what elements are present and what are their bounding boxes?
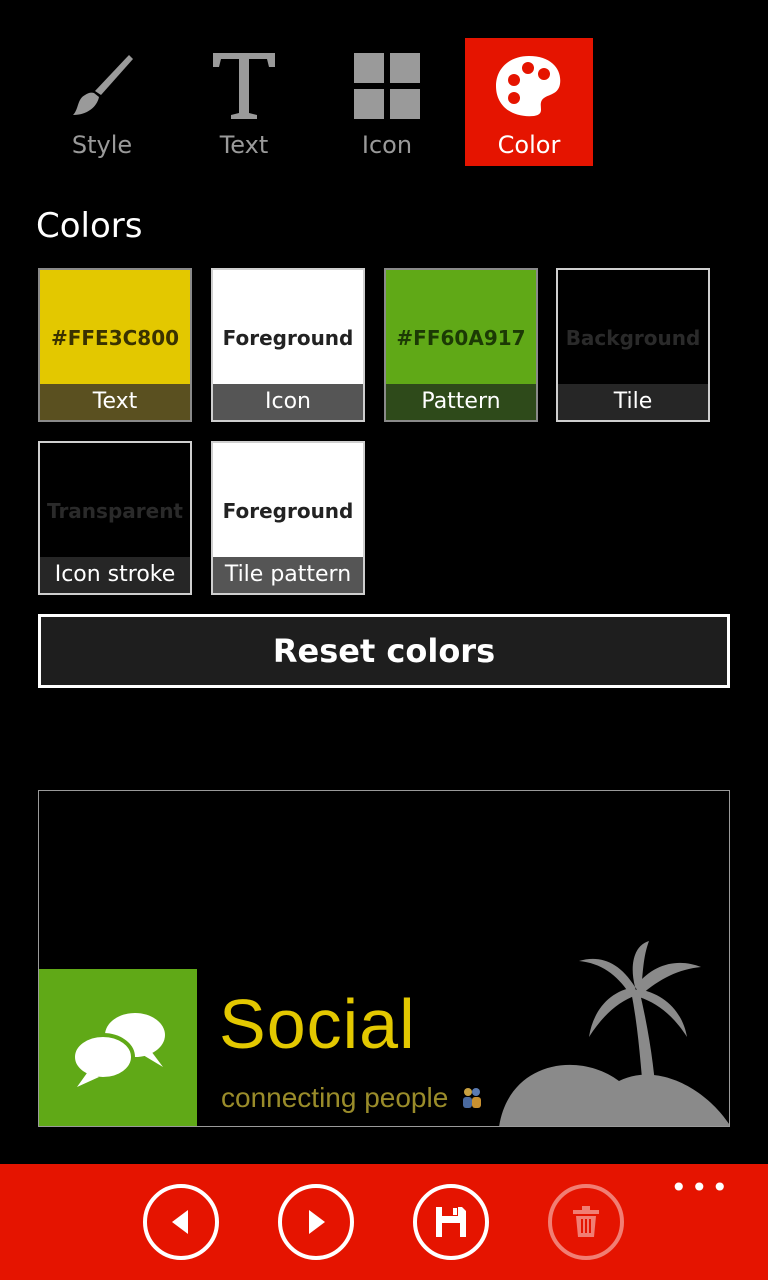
save-icon <box>436 1207 466 1237</box>
people-emoji-icon <box>460 1083 484 1108</box>
swatch-caption: Tile pattern <box>213 557 363 593</box>
reset-colors-button[interactable]: Reset colors <box>38 614 730 688</box>
delete-icon <box>573 1206 599 1237</box>
swatch-caption: Tile <box>558 384 708 420</box>
grid-icon <box>323 50 451 122</box>
delete-button[interactable] <box>548 1184 624 1260</box>
tile-preview: Social connecting people <box>38 790 730 1127</box>
swatch-value: Background <box>565 326 701 350</box>
forward-icon <box>309 1210 325 1234</box>
swatch-icon-color[interactable]: Foreground Icon <box>211 268 365 422</box>
tab-icon-label: Icon <box>361 131 413 159</box>
swatch-pattern-color[interactable]: #FF60A917 Pattern <box>384 268 538 422</box>
tab-style[interactable]: Style <box>38 38 166 166</box>
back-button[interactable] <box>143 1184 219 1260</box>
app-bar: ••• <box>0 1164 768 1280</box>
chat-bubbles-icon <box>71 1013 165 1087</box>
swatch-value: Foreground <box>222 499 354 523</box>
swatch-caption: Icon <box>213 384 363 420</box>
tile-title: Social <box>219 985 416 1063</box>
swatch-text-color[interactable]: #FFE3C800 Text <box>38 268 192 422</box>
swatch-icon-stroke-color[interactable]: Transparent Icon stroke <box>38 441 192 595</box>
save-button[interactable] <box>413 1184 489 1260</box>
text-T-icon <box>180 50 308 122</box>
palette-icon <box>465 50 593 122</box>
tab-color-label: Color <box>497 131 561 159</box>
swatch-tile-pattern-color[interactable]: Foreground Tile pattern <box>211 441 365 595</box>
swatch-value: #FF60A917 <box>396 326 526 350</box>
island-palm-icon <box>469 941 729 1126</box>
swatch-caption: Text <box>40 384 190 420</box>
tab-text[interactable]: Text <box>180 38 308 166</box>
swatch-value: #FFE3C800 <box>50 326 180 350</box>
brush-icon <box>38 50 166 122</box>
swatch-tile-color[interactable]: Background Tile <box>556 268 710 422</box>
swatch-caption: Icon stroke <box>40 557 190 593</box>
back-icon <box>172 1210 188 1234</box>
tile-subtitle: connecting people <box>221 1081 484 1115</box>
swatch-value: Foreground <box>222 326 354 350</box>
tab-text-label: Text <box>219 131 269 159</box>
forward-button[interactable] <box>278 1184 354 1260</box>
tab-icon[interactable]: Icon <box>323 38 451 166</box>
swatch-caption: Pattern <box>386 384 536 420</box>
tile-icon-box <box>39 969 197 1126</box>
tab-style-label: Style <box>71 131 133 159</box>
swatch-value: Transparent <box>47 499 183 523</box>
tile-subtitle-text: connecting people <box>221 1082 449 1113</box>
section-title: Colors <box>36 206 143 246</box>
more-menu-button[interactable]: ••• <box>670 1174 732 1202</box>
tab-color[interactable]: Color <box>465 38 593 166</box>
